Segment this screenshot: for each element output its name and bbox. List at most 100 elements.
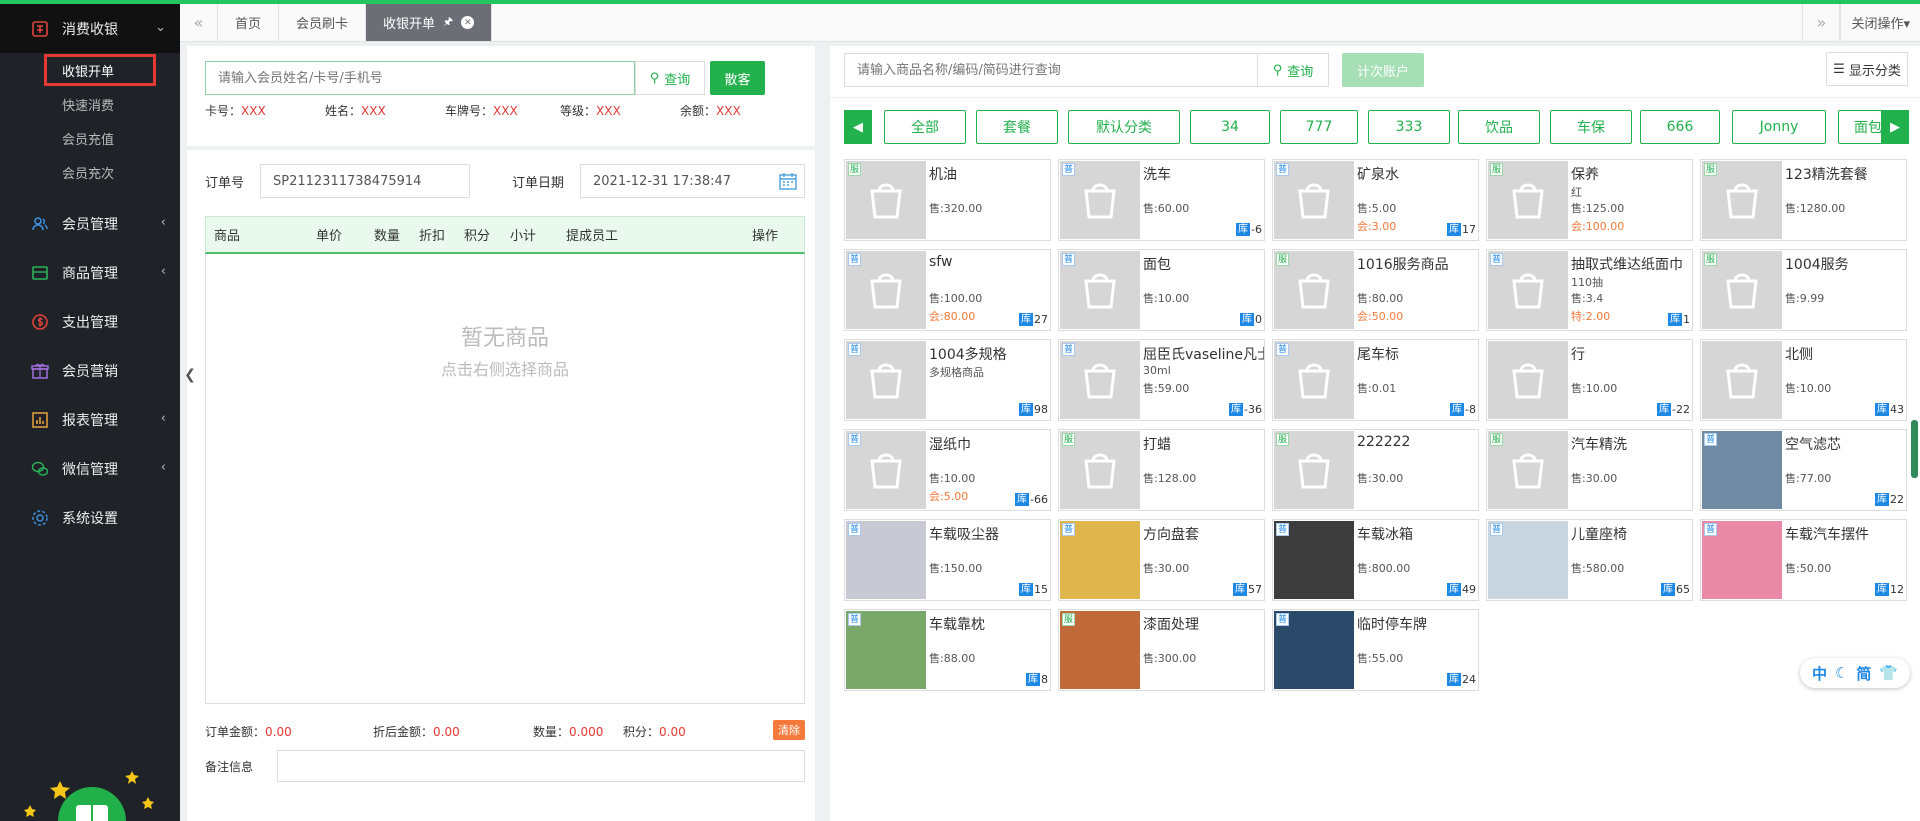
product-card[interactable]: 普 抽取式维达纸面巾 110抽 售:3.4 特:2.00 库 1 — [1486, 249, 1693, 331]
menu-system-settings[interactable]: 系统设置 — [0, 493, 180, 542]
clear-button[interactable]: 清除 — [773, 720, 805, 740]
product-card[interactable]: 普 车载冰箱 售:800.00 库 49 — [1272, 519, 1479, 601]
walkin-button[interactable]: 散客 — [710, 61, 765, 95]
category-next-icon[interactable]: ▶ — [1881, 110, 1909, 144]
category-car-insurance[interactable]: 车保 — [1550, 110, 1632, 144]
product-card[interactable]: 普 屈臣氏vaseline凡士 30ml 售:59.00 库 -36 — [1058, 339, 1265, 421]
product-card[interactable]: 普 面包 售:10.00 库 0 — [1058, 249, 1265, 331]
product-card[interactable]: 普 儿童座椅 售:580.00 库 65 — [1486, 519, 1693, 601]
menu-expense-manage[interactable]: 支出管理 — [0, 297, 180, 346]
pin-icon[interactable]: 🖈 — [443, 13, 453, 32]
tab-cashier-order[interactable]: 收银开单 🖈 ✕ — [366, 4, 493, 41]
product-card[interactable]: 普 临时停车牌 售:55.00 库 24 — [1272, 609, 1479, 691]
report-icon — [30, 410, 50, 430]
stock-label: 库 — [1019, 583, 1033, 596]
product-card[interactable]: 普 湿纸巾 售:10.00 会:5.00 库 -66 — [844, 429, 1051, 511]
show-categories-button[interactable]: ☰ 显示分类 — [1826, 52, 1908, 86]
member-query-button[interactable]: ⚲ 查询 — [635, 61, 705, 95]
menu-report-manage[interactable]: 报表管理 ‹ — [0, 395, 180, 444]
submenu-cashier-order[interactable]: 收银开单 — [0, 53, 180, 87]
tab-home[interactable]: 首页 — [218, 4, 280, 41]
product-card[interactable]: 服 222222 售:30.00 — [1272, 429, 1479, 511]
submenu-member-recharge[interactable]: 会员充值 — [0, 121, 180, 155]
menu-member-marketing[interactable]: 会员营销 — [0, 346, 180, 395]
stock-label: 库 — [1875, 403, 1889, 416]
product-card[interactable]: 服 123精洗套餐 售:1280.00 — [1700, 159, 1907, 241]
product-type-badge: 服 — [1276, 433, 1289, 446]
product-name: sfw — [929, 254, 953, 270]
close-operations-dropdown[interactable]: 关闭操作▾ — [1840, 4, 1920, 41]
close-tab-icon[interactable]: ✕ — [461, 16, 475, 29]
order-no-field[interactable] — [260, 164, 470, 198]
stock-value: -66 — [1030, 493, 1048, 506]
category-default[interactable]: 默认分类 — [1068, 110, 1180, 144]
stock-indicator: 库 -36 — [1229, 403, 1262, 416]
product-card[interactable]: 普 1004多规格 多规格商品库 98 — [844, 339, 1051, 421]
expense-icon — [30, 312, 50, 332]
scrollbar-thumb[interactable] — [1911, 420, 1918, 478]
category-prev-icon[interactable]: ◀ — [844, 110, 872, 144]
category-jonny[interactable]: Jonny — [1732, 110, 1826, 144]
product-card[interactable]: 服 打蜡 售:128.00 — [1058, 429, 1265, 511]
search-icon: ⚲ — [649, 70, 660, 86]
product-card[interactable]: 服 1016服务商品 售:80.00 会:50.00 — [1272, 249, 1479, 331]
product-card[interactable]: 服 汽车精洗 售:30.00 — [1486, 429, 1693, 511]
col-discount: 折扣 — [419, 229, 446, 244]
menu-wechat-manage[interactable]: 微信管理 ‹ — [0, 444, 180, 493]
product-type-badge: 普 — [1490, 523, 1503, 536]
product-price: 售:0.01 — [1357, 382, 1397, 395]
category-34[interactable]: 34 — [1190, 110, 1270, 144]
product-search-input[interactable] — [844, 53, 1258, 87]
collapse-left-icon[interactable]: ❮ — [180, 365, 200, 385]
tab-scroll-left-icon[interactable]: « — [180, 4, 218, 41]
remark-input[interactable] — [277, 750, 805, 782]
stock-label: 库 — [1019, 313, 1033, 326]
tab-scroll-right-icon[interactable]: » — [1802, 4, 1841, 41]
product-card[interactable]: 普 车载靠枕 售:88.00 库 8 — [844, 609, 1051, 691]
col-product: 商品 — [214, 229, 241, 244]
language-badge[interactable]: 中 ☾ 简 👕 — [1800, 658, 1910, 688]
order-date-field[interactable] — [580, 164, 805, 198]
product-card[interactable]: 普 方向盘套 售:30.00 库 57 — [1058, 519, 1265, 601]
product-card[interactable]: 普 车载汽车摆件 售:50.00 库 12 — [1700, 519, 1907, 601]
col-points: 积分 — [464, 229, 491, 244]
stock-label: 库 — [1233, 583, 1247, 596]
stock-value: 49 — [1462, 583, 1476, 596]
submenu-member-times[interactable]: 会员充次 — [0, 155, 180, 189]
product-card[interactable]: 服 1004服务 售:9.99 — [1700, 249, 1907, 331]
submenu-quick-consume[interactable]: 快速消费 — [0, 87, 180, 121]
category-777[interactable]: 777 — [1280, 110, 1358, 144]
menu-product-manage[interactable]: 商品管理 ‹ — [0, 248, 180, 297]
member-search-input[interactable] — [205, 61, 635, 95]
category-package[interactable]: 套餐 — [976, 110, 1058, 144]
product-query-button[interactable]: ⚲ 查询 — [1257, 53, 1329, 87]
product-card[interactable]: 服 机油 售:320.00 — [844, 159, 1051, 241]
product-card[interactable]: 服 保养红售:125.00 会:100.00 — [1486, 159, 1693, 241]
product-card[interactable]: 普 空气滤芯 售:77.00 库 22 — [1700, 429, 1907, 511]
category-333[interactable]: 333 — [1368, 110, 1450, 144]
product-card[interactable]: 普 sfw 售:100.00 会:80.00 库 27 — [844, 249, 1051, 331]
menu-cashier[interactable]: 消费收银 ⌄ — [0, 4, 180, 53]
product-price: 售:9.99 — [1785, 292, 1825, 305]
product-card[interactable]: 北侧 售:10.00 库 43 — [1700, 339, 1907, 421]
product-card[interactable]: 行售:10.00 库 -22 — [1486, 339, 1693, 421]
calendar-icon[interactable] — [779, 172, 797, 190]
product-card[interactable]: 普 尾车标 售:0.01 库 -8 — [1272, 339, 1479, 421]
category-drinks[interactable]: 饮品 — [1458, 110, 1540, 144]
settings-icon — [30, 508, 50, 528]
product-member-price: 会:50.00 — [1357, 310, 1404, 323]
wechat-icon — [30, 459, 50, 479]
product-card[interactable]: 普 矿泉水 售:5.00 会:3.00 库 17 — [1272, 159, 1479, 241]
product-card[interactable]: 服 漆面处理 售:300.00 — [1058, 609, 1265, 691]
product-card[interactable]: 普 车载吸尘器 售:150.00 库 15 — [844, 519, 1051, 601]
product-card[interactable]: 普 洗车 售:60.00 库 -6 — [1058, 159, 1265, 241]
product-member-price: 会:80.00 — [929, 310, 976, 323]
category-666[interactable]: 666 — [1640, 110, 1720, 144]
category-all[interactable]: 全部 — [884, 110, 966, 144]
stock-indicator: 库 57 — [1233, 583, 1262, 596]
menu-member-manage[interactable]: 会员管理 ‹ — [0, 199, 180, 248]
tab-member-card[interactable]: 会员刷卡 — [279, 4, 367, 41]
simplified-icon: 简 — [1856, 664, 1872, 683]
count-account-button[interactable]: 计次账户 — [1342, 53, 1424, 87]
product-type-badge: 普 — [848, 613, 861, 626]
